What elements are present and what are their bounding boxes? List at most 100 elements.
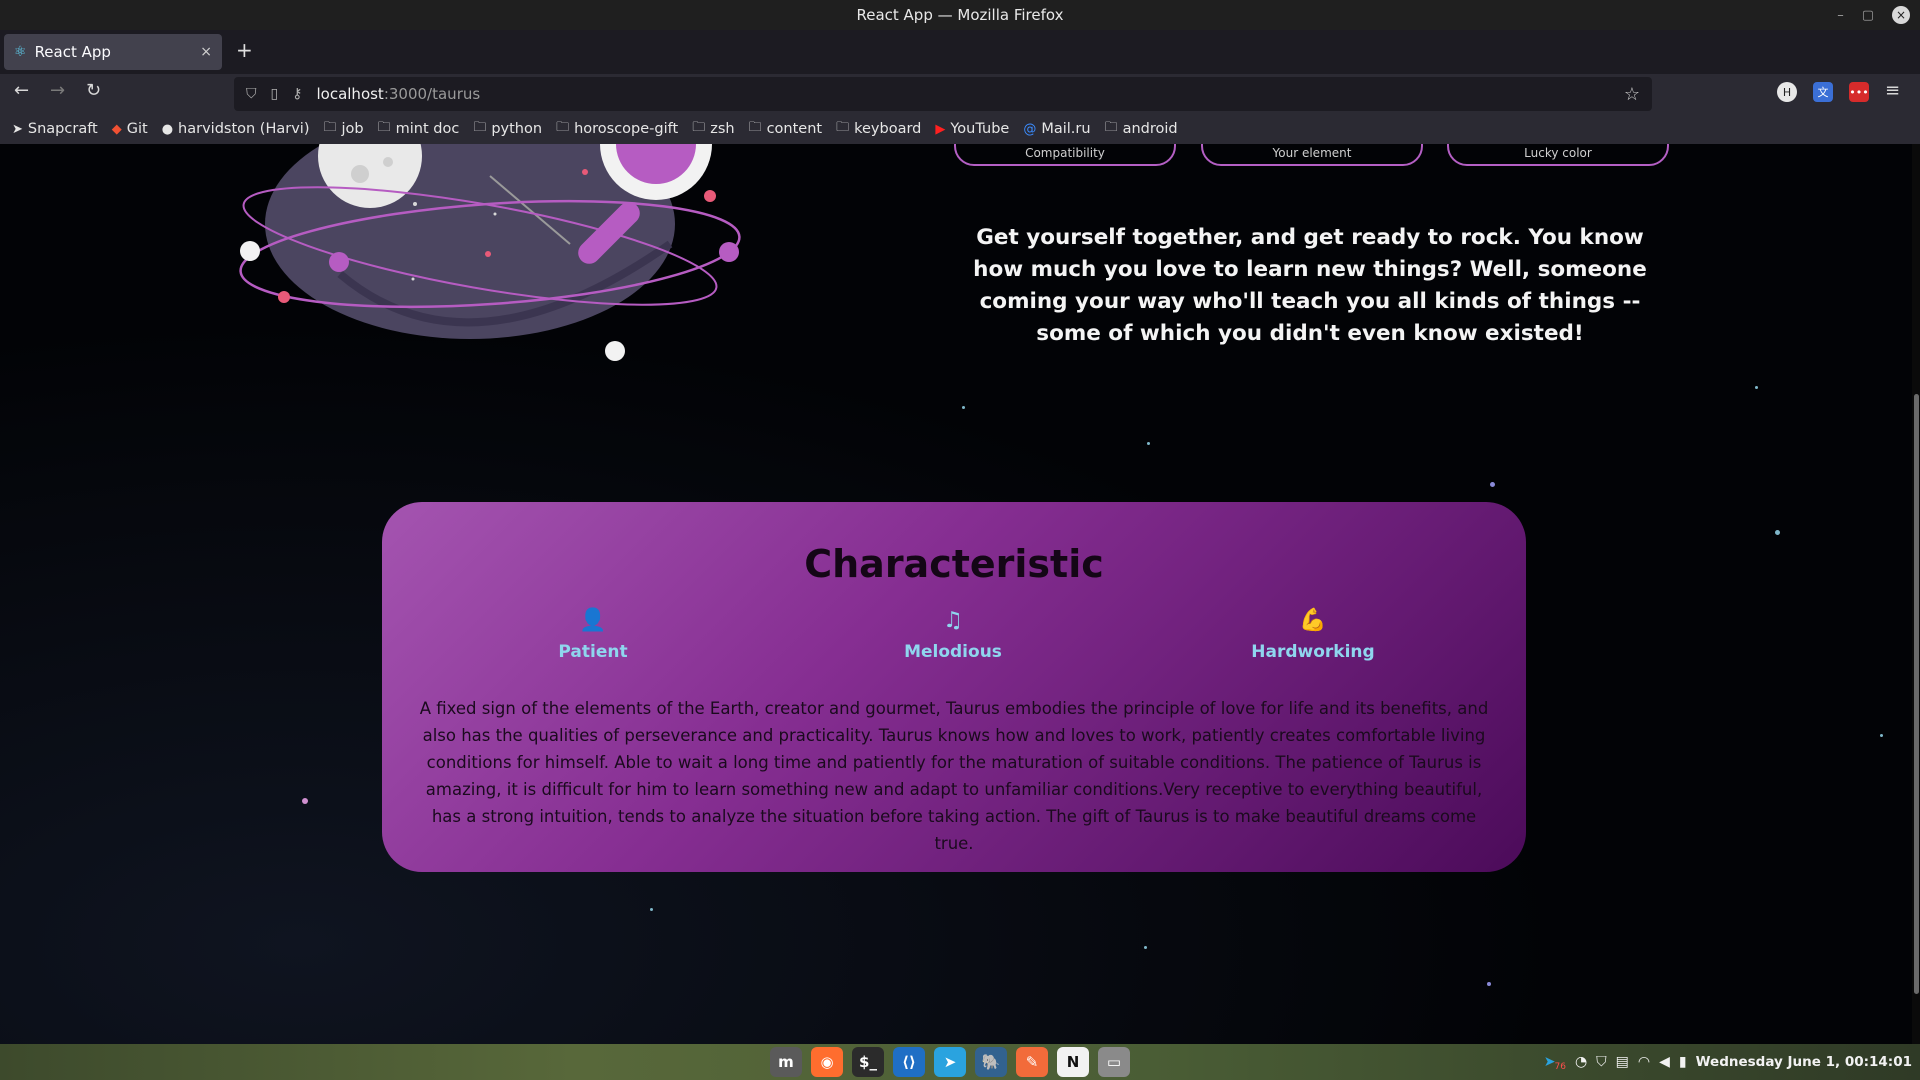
folder-icon: 🗀 xyxy=(836,120,850,135)
menu-hamburger-icon[interactable]: ≡ xyxy=(1885,80,1900,101)
url-path: :3000/taurus xyxy=(383,85,481,103)
bookmark-item[interactable]: ➤ Snapcraft xyxy=(12,121,98,137)
window-controls: – ▢ × xyxy=(1837,0,1910,30)
background-star xyxy=(1144,946,1147,949)
bookmark-item[interactable]: 🗀 horoscope-gift xyxy=(556,118,678,140)
bookmark-label: harvidston (Harvi) xyxy=(178,121,310,137)
bookmark-item[interactable]: 🗀 android xyxy=(1105,118,1178,140)
trait-label: Patient xyxy=(558,642,628,662)
background-star xyxy=(962,406,965,409)
bookmark-item[interactable]: 🗀 job xyxy=(323,118,363,140)
battery-icon[interactable]: ▮ xyxy=(1679,1054,1687,1070)
taskbar-dock: m ◉ $_ ⟨⟩ ➤ 🐘 ✎ N ▭ xyxy=(770,1047,1130,1077)
bookmark-star-icon[interactable]: ☆ xyxy=(1624,84,1640,105)
firefox-app-icon[interactable]: ◉ xyxy=(811,1047,843,1077)
notification-badge: 76 xyxy=(1554,1062,1566,1072)
page-scrollbar[interactable] xyxy=(1912,144,1920,1044)
tab-bar: ⚛ React App × + xyxy=(0,30,1920,74)
scrollbar-thumb[interactable] xyxy=(1914,394,1919,994)
horoscope-text: Get yourself together, and get ready to … xyxy=(973,225,1647,346)
close-window-button[interactable]: × xyxy=(1892,6,1910,24)
bookmark-item[interactable]: ● harvidston (Harvi) xyxy=(162,121,310,137)
compatibility-label: Compatibility xyxy=(1025,146,1105,160)
bookmark-label: zsh xyxy=(710,121,735,137)
minimize-button[interactable]: – xyxy=(1837,8,1844,23)
element-pill[interactable]: Your element xyxy=(1201,144,1423,166)
extension-h-icon[interactable]: H xyxy=(1777,82,1797,102)
bookmark-label: mint doc xyxy=(395,121,460,137)
window-title: React App — Mozilla Firefox xyxy=(856,6,1064,24)
files-app-icon[interactable]: ▭ xyxy=(1098,1047,1130,1077)
shield-icon[interactable]: ⛉ xyxy=(246,86,257,102)
github-icon: ● xyxy=(161,121,174,137)
bookmark-label: Snapcraft xyxy=(27,121,98,137)
folder-icon: 🗀 xyxy=(1104,120,1118,135)
forward-button[interactable]: → xyxy=(50,80,65,101)
bookmark-label: Git xyxy=(126,121,148,137)
navigation-toolbar: ← → ↻ ⛉ ▯ ⚷ localhost:3000/taurus ☆ H 文 … xyxy=(0,74,1920,114)
tab-close-button[interactable]: × xyxy=(200,44,212,60)
bookmark-label: job xyxy=(341,121,364,137)
reload-button[interactable]: ↻ xyxy=(86,80,101,101)
key-icon[interactable]: ⚷ xyxy=(292,86,302,102)
page-info-icon[interactable]: ▯ xyxy=(271,86,279,102)
background-star xyxy=(302,798,308,804)
bookmark-item[interactable]: 🗀 content xyxy=(749,118,823,140)
bookmark-item[interactable]: @ Mail.ru xyxy=(1023,121,1090,137)
snapcraft-icon: ➤ xyxy=(12,121,23,137)
lucky-color-label: Lucky color xyxy=(1524,146,1592,160)
lucky-color-pill[interactable]: Lucky color xyxy=(1447,144,1669,166)
vscode-app-icon[interactable]: ⟨⟩ xyxy=(893,1047,925,1077)
bookmark-label: content xyxy=(766,121,823,137)
system-tray: ➤ 76 ◔ ⛉ ▤ ◠ ◀ ▮ Wednesday June 1, 00:14… xyxy=(1544,1044,1912,1080)
translate-extension-icon[interactable]: 文 xyxy=(1813,82,1833,102)
trait-melodious: ♫ Melodious xyxy=(843,608,1063,662)
wifi-icon[interactable]: ◠ xyxy=(1638,1054,1650,1070)
react-favicon-icon: ⚛ xyxy=(14,44,27,60)
tab-title: React App xyxy=(34,43,111,61)
music-note-icon: ♫ xyxy=(943,608,963,633)
postgres-app-icon[interactable]: 🐘 xyxy=(975,1047,1007,1077)
notion-app-icon[interactable]: N xyxy=(1057,1047,1089,1077)
folder-icon: 🗀 xyxy=(556,120,570,135)
back-button[interactable]: ← xyxy=(14,80,29,101)
keyboard-layout-flag-icon[interactable]: ▤ xyxy=(1616,1054,1629,1070)
bookmark-label: android xyxy=(1122,121,1178,137)
characteristic-description: A fixed sign of the elements of the Eart… xyxy=(419,699,1489,853)
url-bar[interactable]: ⛉ ▯ ⚷ localhost:3000/taurus ☆ xyxy=(234,77,1652,111)
bookmark-item[interactable]: 🗀 zsh xyxy=(692,118,734,140)
page-content: Compatibility Your element Lucky color G… xyxy=(0,144,1920,1044)
extension-red-icon[interactable]: ••• xyxy=(1849,82,1869,102)
bookmark-item[interactable]: ▶ YouTube xyxy=(935,121,1009,137)
background-star xyxy=(1880,734,1883,737)
trait-label: Melodious xyxy=(904,642,1002,662)
url-host: localhost xyxy=(316,85,384,103)
bookmark-label: Mail.ru xyxy=(1041,121,1091,137)
compatibility-pill[interactable]: Compatibility xyxy=(954,144,1176,166)
bookmark-item[interactable]: ◆ Git xyxy=(112,121,148,137)
postman-app-icon[interactable]: ✎ xyxy=(1016,1047,1048,1077)
background-star xyxy=(1490,482,1495,487)
bookmark-item[interactable]: 🗀 keyboard xyxy=(836,118,921,140)
volume-icon[interactable]: ◀ xyxy=(1659,1054,1670,1070)
folder-icon: 🗀 xyxy=(748,120,762,135)
background-star xyxy=(1775,530,1780,535)
terminal-app-icon[interactable]: $_ xyxy=(852,1047,884,1077)
element-label: Your element xyxy=(1272,146,1352,160)
tray-shield-icon[interactable]: ⛉ xyxy=(1596,1054,1607,1070)
bookmark-item[interactable]: 🗀 python xyxy=(473,118,542,140)
tab-react-app[interactable]: ⚛ React App × xyxy=(4,34,222,70)
bookmark-item[interactable]: 🗀 mint doc xyxy=(378,118,460,140)
folder-icon: 🗀 xyxy=(692,120,706,135)
tray-status-icon[interactable]: ◔ xyxy=(1575,1054,1587,1070)
background-star xyxy=(1147,442,1150,445)
mint-menu-app-icon[interactable]: m xyxy=(770,1047,802,1077)
youtube-icon: ▶ xyxy=(935,121,946,137)
mailru-icon: @ xyxy=(1023,121,1037,137)
flexed-arm-icon: 💪 xyxy=(1299,608,1327,633)
maximize-button[interactable]: ▢ xyxy=(1862,8,1874,23)
clock[interactable]: Wednesday June 1, 00:14:01 xyxy=(1696,1054,1912,1070)
telegram-app-icon[interactable]: ➤ xyxy=(934,1047,966,1077)
new-tab-button[interactable]: + xyxy=(236,38,253,62)
folder-icon: 🗀 xyxy=(377,120,391,135)
